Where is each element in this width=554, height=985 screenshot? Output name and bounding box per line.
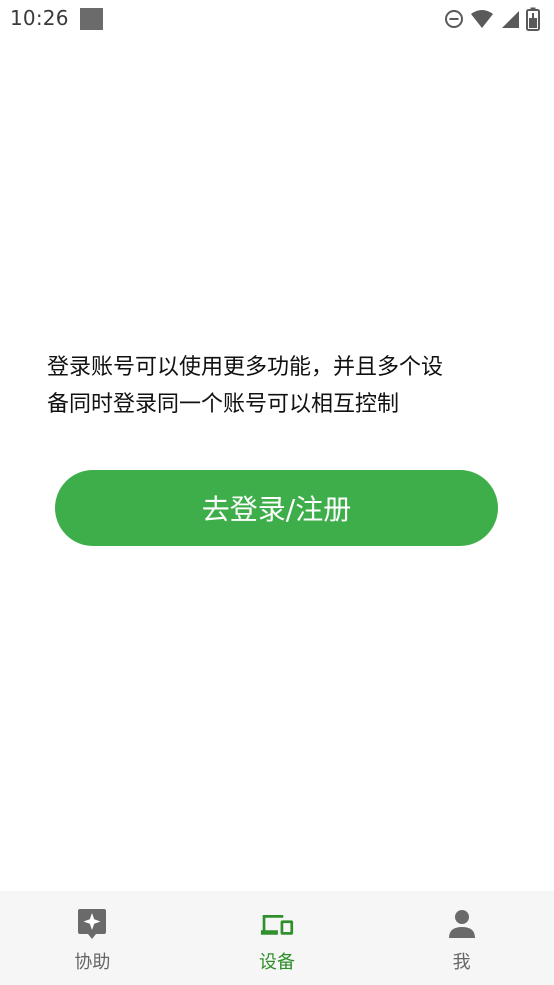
status-bar: 10:26 — [0, 0, 554, 38]
person-icon — [445, 907, 479, 941]
nav-item-assist[interactable]: 协助 — [0, 891, 185, 985]
nav-label-assist: 协助 — [74, 952, 111, 973]
wifi-icon — [470, 9, 494, 33]
battery-icon — [526, 7, 540, 35]
status-time: 10:26 — [10, 6, 69, 30]
nav-item-devices[interactable]: 设备 — [185, 891, 370, 985]
message-line: 备同时登录同一个账号可以相互控制 — [47, 392, 400, 417]
login-prompt-message: 登录账号可以使用更多功能，并且多个设 备同时登录同一个账号可以相互控制 — [47, 349, 507, 423]
nav-label-me: 我 — [452, 952, 471, 973]
dnd-icon — [444, 9, 464, 33]
nav-item-me[interactable]: 我 — [369, 891, 554, 985]
signal-icon — [500, 9, 520, 33]
message-line: 登录账号可以使用更多功能，并且多个设 — [47, 355, 444, 380]
nav-label-devices: 设备 — [259, 952, 295, 973]
login-register-button[interactable]: 去登录/注册 — [55, 470, 498, 546]
status-icons — [444, 7, 540, 35]
bottom-nav: 协助 设备 我 — [0, 891, 554, 985]
sparkle-badge-icon — [75, 907, 109, 941]
devices-icon — [260, 907, 294, 941]
notification-square-icon — [80, 8, 103, 30]
